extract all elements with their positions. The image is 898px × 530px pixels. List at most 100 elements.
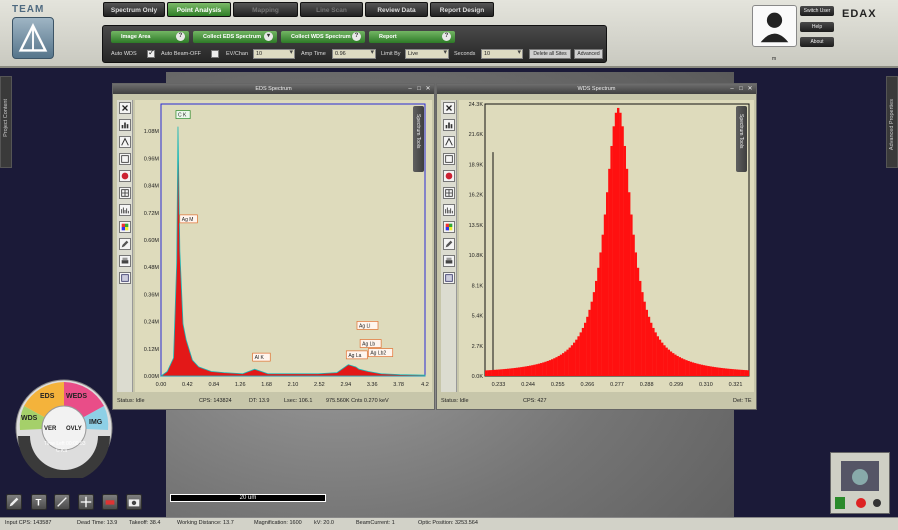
tab-review-data[interactable]: Review Data xyxy=(365,2,428,17)
dead-time: Dead Time: 13.9 xyxy=(77,520,118,526)
auto-beam-off-label: Auto Beam-OFF xyxy=(161,51,202,57)
switch-user-button[interactable]: Switch User xyxy=(800,6,834,16)
auto-beam-off-checkbox[interactable] xyxy=(211,50,219,58)
mode-wds[interactable]: WDS xyxy=(21,415,38,422)
mode-ovly[interactable]: OVLY xyxy=(66,426,82,432)
histogram-icon[interactable] xyxy=(443,204,455,216)
tab-report-design[interactable]: Report Design xyxy=(430,2,494,17)
report-button[interactable]: Report? xyxy=(369,31,455,43)
minimize-icon[interactable]: – xyxy=(406,85,414,93)
tab-line-scan[interactable]: Line Scan xyxy=(300,2,363,17)
tab-mapping[interactable]: Mapping xyxy=(233,2,298,17)
element-icon[interactable] xyxy=(119,170,131,182)
color-icon[interactable] xyxy=(443,221,455,233)
close-icon[interactable]: ✕ xyxy=(424,85,432,93)
close-icon[interactable] xyxy=(119,102,131,114)
optic-position: Optic Position: 3253.564 xyxy=(418,520,478,526)
close-icon[interactable]: ✕ xyxy=(746,85,754,93)
top-header: TEAM Spectrum Only Point Analysis Mappin… xyxy=(0,0,898,68)
advanced-properties-tab[interactable]: Advanced Properties xyxy=(886,76,898,168)
ruler-icon[interactable] xyxy=(102,494,118,510)
chart-icon[interactable] xyxy=(119,119,131,131)
eds-chart[interactable]: 0.00M 0.12M 0.24M 0.36M 0.48M 0.60M 0.72M 0.84M… xyxy=(135,100,432,392)
wds-bar xyxy=(720,367,723,376)
eds-plot-area[interactable]: 0.00M 0.12M 0.24M 0.36M 0.48M 0.60M 0.72M 0.84M… xyxy=(135,100,432,392)
peak-id-icon[interactable] xyxy=(443,136,455,148)
amp-time-select[interactable]: 0.96 xyxy=(332,49,376,59)
mode-ver[interactable]: VER xyxy=(44,426,57,432)
overlay-icon[interactable] xyxy=(443,153,455,165)
about-button[interactable]: About xyxy=(800,37,834,47)
mode-weds[interactable]: WEDS xyxy=(66,393,87,400)
color-icon[interactable] xyxy=(119,221,131,233)
project-content-tab[interactable]: Project Content xyxy=(0,76,12,168)
edax-brand: EDAX xyxy=(842,8,877,20)
delete-all-sites-button[interactable]: Delete all Sites xyxy=(529,49,571,59)
wds-bar xyxy=(678,357,681,376)
grid-icon[interactable] xyxy=(119,187,131,199)
peak-id-icon[interactable] xyxy=(119,136,131,148)
mode-wheel[interactable]: EDS WEDS WDS IMG VER OVLY Time Left 00:0… xyxy=(14,378,114,478)
wds-bar xyxy=(663,345,666,376)
seconds-select[interactable]: 10 xyxy=(481,49,523,59)
report-icon[interactable] xyxy=(119,272,131,284)
maximize-icon[interactable]: □ xyxy=(415,85,423,93)
wds-status: Status: Idle xyxy=(441,398,469,404)
chart-icon[interactable] xyxy=(443,119,455,131)
edit-icon[interactable] xyxy=(119,238,131,250)
mode-eds[interactable]: EDS xyxy=(40,393,55,400)
wds-bar xyxy=(542,362,545,376)
wds-bar xyxy=(614,112,618,377)
tab-point-analysis[interactable]: Point Analysis xyxy=(167,2,231,17)
camera-icon[interactable] xyxy=(126,494,142,510)
wds-bar xyxy=(617,107,620,376)
help-button[interactable]: Help xyxy=(800,22,834,32)
wds-plot-area[interactable]: 0.0K 2.7K 5.4K 8.1K 10.8K 13.5K 16.2K 18.9K 21.6… xyxy=(459,87,754,392)
wds-bar xyxy=(696,363,699,376)
wds-bar xyxy=(621,126,624,377)
ev-chan-select[interactable]: 10 xyxy=(253,49,295,59)
close-icon[interactable] xyxy=(443,102,455,114)
app-name: TEAM xyxy=(12,4,45,15)
edit-icon[interactable] xyxy=(443,238,455,250)
team-logo-icon[interactable] xyxy=(12,17,54,59)
limit-by-select[interactable]: Live xyxy=(405,49,449,59)
wds-bar xyxy=(588,309,591,376)
eds-y-tick-label: 0.36M xyxy=(144,292,160,298)
mode-img[interactable]: IMG xyxy=(89,419,103,426)
spectrum-tools-tab[interactable]: Spectrum Tools xyxy=(736,106,747,172)
spectrum-tools-tab[interactable]: Spectrum Tools xyxy=(413,106,424,172)
auto-wds-checkbox[interactable] xyxy=(147,48,155,58)
move-icon[interactable] xyxy=(78,494,94,510)
report-icon[interactable] xyxy=(443,272,455,284)
maximize-icon[interactable]: □ xyxy=(737,85,745,93)
minimize-icon[interactable]: – xyxy=(728,85,736,93)
wds-x-tick-label: 0.321 xyxy=(729,382,743,388)
wds-y-tick-label: 16.2K xyxy=(469,193,484,199)
wds-chart[interactable]: 0.0K 2.7K 5.4K 8.1K 10.8K 13.5K 16.2K 18.9K 21.6… xyxy=(459,87,754,392)
collect-wds-button[interactable]: Collect WDS Spectrum? xyxy=(281,31,365,43)
histogram-icon[interactable] xyxy=(119,204,131,216)
print-icon[interactable] xyxy=(119,255,131,267)
eds-cps: CPS: 143824 xyxy=(199,398,232,404)
user-avatar[interactable] xyxy=(752,5,797,47)
line-icon[interactable] xyxy=(54,494,70,510)
overlay-icon[interactable] xyxy=(119,153,131,165)
text-icon[interactable]: T xyxy=(31,494,47,510)
wds-bar xyxy=(630,214,633,376)
tab-spectrum-only[interactable]: Spectrum Only xyxy=(103,2,165,17)
stage-navigator[interactable] xyxy=(830,452,890,514)
image-area-button[interactable]: Image Area? xyxy=(111,31,189,43)
print-icon[interactable] xyxy=(443,255,455,267)
collect-eds-button[interactable]: Collect EDS Spectrum ▾ xyxy=(193,31,277,43)
element-icon[interactable] xyxy=(443,170,455,182)
pencil-icon[interactable] xyxy=(6,494,22,510)
wds-bar xyxy=(711,366,714,376)
wds-y-tick-label: 13.5K xyxy=(469,223,484,229)
eds-tool-strip xyxy=(117,100,133,392)
advanced-button[interactable]: Advanced xyxy=(574,49,603,59)
grid-icon[interactable] xyxy=(443,187,455,199)
wds-bar xyxy=(487,370,490,376)
eds-peak-label: Ag Lb2 xyxy=(370,351,386,357)
wds-bar xyxy=(566,349,569,376)
